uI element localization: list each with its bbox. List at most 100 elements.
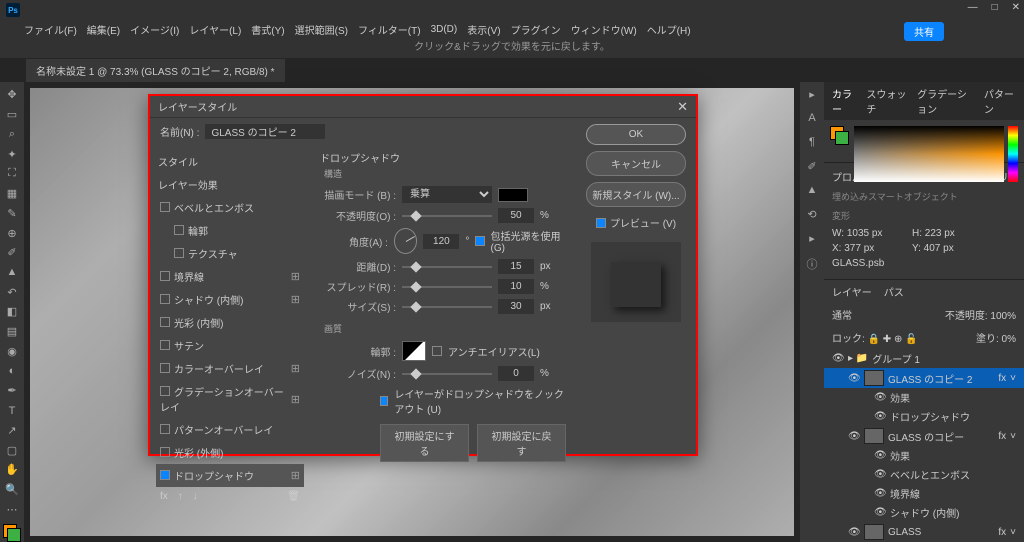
down-icon[interactable]: ↓ bbox=[193, 491, 198, 502]
visibility-icon[interactable]: 👁 bbox=[874, 392, 886, 403]
style-inner-glow[interactable]: 光彩 (内側) bbox=[156, 311, 304, 334]
hue-slider[interactable] bbox=[1008, 126, 1018, 182]
layer-item[interactable]: 👁GLASSfx ˅ bbox=[824, 522, 1024, 542]
angle-input[interactable] bbox=[423, 234, 459, 249]
gradient-tool-icon[interactable]: ▤ bbox=[3, 323, 21, 341]
history-tool-icon[interactable]: ↶ bbox=[3, 283, 21, 301]
wand-tool-icon[interactable]: ✦ bbox=[3, 145, 21, 163]
styles-header[interactable]: スタイル bbox=[156, 150, 304, 173]
layer-fx[interactable]: 👁シャドウ (内側) bbox=[824, 503, 1024, 522]
menu-window[interactable]: ウィンドウ(W) bbox=[571, 22, 637, 37]
trash-icon[interactable]: 🗑 bbox=[287, 491, 300, 502]
preview-checkbox[interactable] bbox=[596, 218, 606, 228]
layer-fx[interactable]: 👁境界線 bbox=[824, 484, 1024, 503]
fx-badge[interactable]: fx bbox=[998, 431, 1006, 442]
type-tool-icon[interactable]: T bbox=[3, 402, 21, 420]
layer-group[interactable]: 👁▸ 📁 グループ 1 bbox=[824, 349, 1024, 368]
contour-picker[interactable] bbox=[402, 341, 426, 361]
hand-tool-icon[interactable]: ✋ bbox=[3, 461, 21, 479]
path-tool-icon[interactable]: ↗ bbox=[3, 421, 21, 439]
move-tool-icon[interactable]: ✥ bbox=[3, 86, 21, 104]
fx-badge[interactable]: fx bbox=[998, 527, 1006, 538]
make-default-button[interactable]: 初期設定にする bbox=[380, 424, 469, 462]
tab-gradient[interactable]: グラデーション bbox=[917, 86, 974, 116]
menu-view[interactable]: 表示(V) bbox=[467, 22, 500, 37]
add-icon[interactable]: ⊞ bbox=[291, 469, 300, 482]
knockout-checkbox[interactable] bbox=[380, 396, 388, 406]
tab-color[interactable]: カラー bbox=[832, 86, 856, 116]
shadow-color-swatch[interactable] bbox=[498, 188, 528, 202]
visibility-icon[interactable]: 👁 bbox=[874, 507, 886, 518]
layer-fx[interactable]: 👁効果 bbox=[824, 388, 1024, 407]
layer-fx[interactable]: 👁ベベルとエンボス bbox=[824, 465, 1024, 484]
more-tool-icon[interactable]: ⋯ bbox=[3, 500, 21, 518]
size-input[interactable] bbox=[498, 299, 534, 314]
minimize-icon[interactable]: — bbox=[968, 2, 978, 13]
effects-header[interactable]: レイヤー効果 bbox=[156, 173, 304, 196]
style-inner-shadow[interactable]: シャドウ (内側)⊞ bbox=[156, 288, 304, 311]
fill-value[interactable]: 0% bbox=[1002, 334, 1016, 345]
visibility-icon[interactable]: 👁 bbox=[832, 353, 844, 364]
heal-tool-icon[interactable]: ⊕ bbox=[3, 224, 21, 242]
size-slider[interactable] bbox=[402, 306, 492, 308]
up-icon[interactable]: ↑ bbox=[178, 491, 183, 502]
visibility-icon[interactable]: 👁 bbox=[874, 411, 886, 422]
close-icon[interactable]: ✕ bbox=[1012, 2, 1020, 13]
clone-panel-icon[interactable]: ▲ bbox=[803, 184, 821, 202]
style-drop-shadow[interactable]: ドロップシャドウ⊞ bbox=[156, 464, 304, 487]
menu-file[interactable]: ファイル(F) bbox=[24, 22, 77, 37]
new-style-button[interactable]: 新規スタイル (W)... bbox=[586, 182, 686, 207]
fx-badge[interactable]: fx bbox=[998, 373, 1006, 384]
crop-tool-icon[interactable]: ⛶ bbox=[3, 165, 21, 183]
style-gradient-overlay[interactable]: グラデーションオーバーレイ⊞ bbox=[156, 380, 304, 418]
tab-paths[interactable]: パス bbox=[884, 284, 904, 299]
reset-default-button[interactable]: 初期設定に戻す bbox=[477, 424, 566, 462]
type-panel-icon[interactable]: A bbox=[803, 112, 821, 130]
spread-slider[interactable] bbox=[402, 286, 492, 288]
menu-help[interactable]: ヘルプ(H) bbox=[647, 22, 691, 37]
history-panel-icon[interactable]: ⟲ bbox=[803, 208, 821, 226]
style-bevel[interactable]: ベベルとエンボス bbox=[156, 196, 304, 219]
tab-pattern[interactable]: パターン bbox=[984, 86, 1016, 116]
menu-layer[interactable]: レイヤー(L) bbox=[189, 22, 241, 37]
zoom-tool-icon[interactable]: 🔍 bbox=[3, 481, 21, 499]
add-icon[interactable]: ⊞ bbox=[291, 393, 300, 406]
action-panel-icon[interactable]: ▸ bbox=[803, 232, 821, 250]
opacity-value[interactable]: 100% bbox=[990, 311, 1016, 322]
menu-type[interactable]: 書式(Y) bbox=[251, 22, 284, 37]
tab-swatch[interactable]: スウォッチ bbox=[866, 86, 907, 116]
add-icon[interactable]: ⊞ bbox=[291, 270, 300, 283]
layer-fx[interactable]: 👁ドロップシャドウ bbox=[824, 407, 1024, 426]
spread-input[interactable] bbox=[498, 279, 534, 294]
stamp-tool-icon[interactable]: ▲ bbox=[3, 264, 21, 282]
fx-icon[interactable]: fx bbox=[160, 491, 168, 502]
add-icon[interactable]: ⊞ bbox=[291, 362, 300, 375]
antialias-checkbox[interactable] bbox=[432, 346, 442, 356]
visibility-icon[interactable]: 👁 bbox=[874, 469, 886, 480]
blend-mode-select[interactable]: 乗算 bbox=[402, 186, 492, 203]
share-button[interactable]: 共有 bbox=[904, 22, 944, 41]
visibility-icon[interactable]: 👁 bbox=[874, 450, 886, 461]
lasso-tool-icon[interactable]: ⌕ bbox=[3, 125, 21, 143]
style-contour[interactable]: 輪郭 bbox=[156, 219, 304, 242]
brush-tool-icon[interactable]: ✐ bbox=[3, 244, 21, 262]
blend-mode[interactable]: 通常 bbox=[832, 307, 852, 322]
info-panel-icon[interactable]: ⓘ bbox=[803, 256, 821, 274]
brush-panel-icon[interactable]: ✐ bbox=[803, 160, 821, 178]
visibility-icon[interactable]: 👁 bbox=[874, 488, 886, 499]
style-stroke[interactable]: 境界線⊞ bbox=[156, 265, 304, 288]
tab-layers[interactable]: レイヤー bbox=[832, 284, 872, 299]
style-pattern-overlay[interactable]: パターンオーバーレイ bbox=[156, 418, 304, 441]
style-outer-glow[interactable]: 光彩 (外側) bbox=[156, 441, 304, 464]
shape-tool-icon[interactable]: ▢ bbox=[3, 441, 21, 459]
style-color-overlay[interactable]: カラーオーバーレイ⊞ bbox=[156, 357, 304, 380]
dialog-titlebar[interactable]: レイヤースタイル ✕ bbox=[150, 96, 696, 118]
menu-select[interactable]: 選択範囲(S) bbox=[295, 22, 348, 37]
opacity-slider[interactable] bbox=[402, 215, 492, 217]
frame-tool-icon[interactable]: ▦ bbox=[3, 185, 21, 203]
marquee-tool-icon[interactable]: ▭ bbox=[3, 106, 21, 124]
pen-tool-icon[interactable]: ✒ bbox=[3, 382, 21, 400]
visibility-icon[interactable]: 👁 bbox=[848, 527, 860, 538]
ok-button[interactable]: OK bbox=[586, 124, 686, 145]
blur-tool-icon[interactable]: ◉ bbox=[3, 343, 21, 361]
